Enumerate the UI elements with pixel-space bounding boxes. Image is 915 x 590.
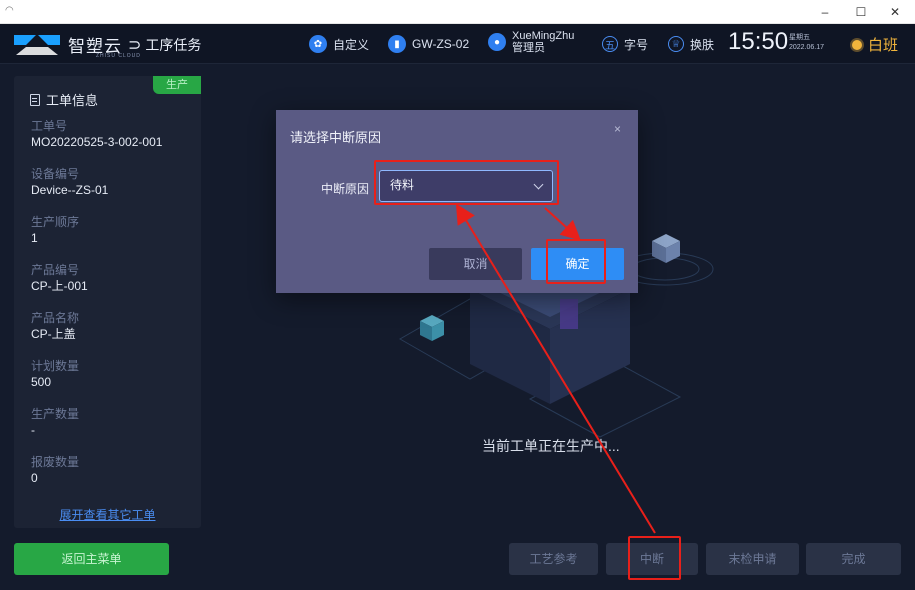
top-bar: 智塑云 ZHISU CLOUD ⊃ 工序任务 ✿ 自定义 ▮ GW-ZS-02 ●… <box>0 24 915 64</box>
field-produced-quantity: 生产数量 - <box>31 406 191 454</box>
app-frame: 智塑云 ZHISU CLOUD ⊃ 工序任务 ✿ 自定义 ▮ GW-ZS-02 ●… <box>0 24 915 590</box>
cancel-button[interactable]: 取消 <box>429 248 522 280</box>
field-value: 0 <box>31 471 38 485</box>
shirt-icon: ♕ <box>668 36 684 52</box>
field-product-code: 产品编号 CP-上-001 <box>31 262 191 310</box>
device-selector[interactable]: ▮ GW-ZS-02 <box>388 34 469 54</box>
field-label: 生产顺序 <box>31 215 80 229</box>
logo-icon <box>14 35 60 55</box>
weekday: 星期五 <box>789 34 810 41</box>
field-scrap-quantity: 报废数量 0 <box>31 454 191 502</box>
process-task-label: 工序任务 <box>145 37 202 53</box>
field-value: 1 <box>31 231 38 245</box>
field-value: 500 <box>31 375 52 389</box>
confirm-button[interactable]: 确定 <box>531 248 624 280</box>
field-label: 计划数量 <box>31 359 80 373</box>
shift-indicator: 白班 <box>852 34 898 55</box>
interrupt-reason-dialog: 请选择中断原因 × 中断原因 待料 取消 确定 <box>276 110 638 293</box>
date-block: 星期五 2022.06.17 <box>789 33 824 53</box>
window-maximize-button[interactable]: ☐ <box>844 0 878 24</box>
window-titlebar: ◠ – ☐ ✕ <box>0 0 915 24</box>
field-product-name: 产品名称 CP-上盖 <box>31 310 191 358</box>
shift-label: 白班 <box>868 37 899 54</box>
order-fields: 工单号 MO20220525-3-002-001 设备编号 Device--ZS… <box>31 118 191 502</box>
field-order-number: 工单号 MO20220525-3-002-001 <box>31 118 191 166</box>
panel-title: 工单信息 <box>30 90 98 109</box>
app-window-icon: ◠ <box>5 5 14 16</box>
clock-time: 15:50 <box>728 28 789 55</box>
user-name: XueMingZhu <box>512 30 575 42</box>
close-icon[interactable]: × <box>614 122 621 136</box>
custom-button[interactable]: ✿ 自定义 <box>309 34 369 54</box>
field-label: 产品编号 <box>31 263 80 277</box>
device-label: GW-ZS-02 <box>412 37 470 51</box>
back-to-main-menu-button[interactable]: 返回主菜单 <box>14 543 169 575</box>
chevron-down-icon <box>533 179 544 190</box>
field-label: 设备编号 <box>31 167 80 181</box>
interrupt-reason-select[interactable]: 待料 <box>379 170 553 202</box>
order-info-panel: 生产 工单信息 工单号 MO20220525-3-002-001 设备编号 De… <box>14 76 201 528</box>
field-label: 报废数量 <box>31 455 80 469</box>
reason-label: 中断原因 <box>321 182 370 196</box>
field-value: CP-上盖 <box>31 327 76 341</box>
device-icon: ▮ <box>388 35 406 53</box>
custom-label: 自定义 <box>333 37 370 52</box>
field-value: Device--ZS-01 <box>31 183 109 197</box>
font-size-button[interactable]: 五 字号 <box>602 34 648 54</box>
field-value: - <box>31 423 35 437</box>
user-role: 管理员 <box>512 42 545 54</box>
interrupt-button[interactable]: 中断 <box>606 543 698 575</box>
field-device-number: 设备编号 Device--ZS-01 <box>31 166 191 214</box>
font-size-label: 字号 <box>624 37 649 52</box>
field-value: CP-上-001 <box>31 279 88 293</box>
reason-selected-value: 待料 <box>390 178 415 192</box>
process-reference-button[interactable]: 工艺参考 <box>509 543 598 575</box>
process-task-back-button[interactable]: ⊃ 工序任务 <box>128 35 201 55</box>
user-info[interactable]: ● XueMingZhu 管理员 <box>488 30 574 54</box>
panel-title-text: 工单信息 <box>46 93 99 108</box>
gear-icon: ✿ <box>309 35 327 53</box>
date: 2022.06.17 <box>789 44 825 51</box>
document-icon <box>30 93 40 106</box>
sun-icon <box>852 39 862 50</box>
field-production-sequence: 生产顺序 1 <box>31 214 191 262</box>
skin-label: 换肤 <box>690 37 715 52</box>
user-avatar-icon: ● <box>488 33 506 51</box>
window-minimize-button[interactable]: – <box>808 0 842 24</box>
window-close-button[interactable]: ✕ <box>878 0 912 24</box>
field-label: 工单号 <box>31 119 68 133</box>
skin-button[interactable]: ♕ 换肤 <box>668 34 714 54</box>
expand-other-orders-link[interactable]: 展开查看其它工单 <box>14 506 201 523</box>
field-label: 产品名称 <box>31 311 80 325</box>
font-size-icon: 五 <box>602 36 618 52</box>
status-badge: 生产 <box>153 76 201 94</box>
field-value: MO20220525-3-002-001 <box>31 135 163 149</box>
field-planned-quantity: 计划数量 500 <box>31 358 191 406</box>
dialog-title: 请选择中断原因 <box>290 130 382 145</box>
final-inspection-request-button[interactable]: 末检申请 <box>706 543 799 575</box>
return-icon: ⊃ <box>128 37 142 54</box>
production-status-text: 当前工单正在生产中... <box>482 438 620 454</box>
complete-button[interactable]: 完成 <box>806 543 901 575</box>
field-label: 生产数量 <box>31 407 80 421</box>
